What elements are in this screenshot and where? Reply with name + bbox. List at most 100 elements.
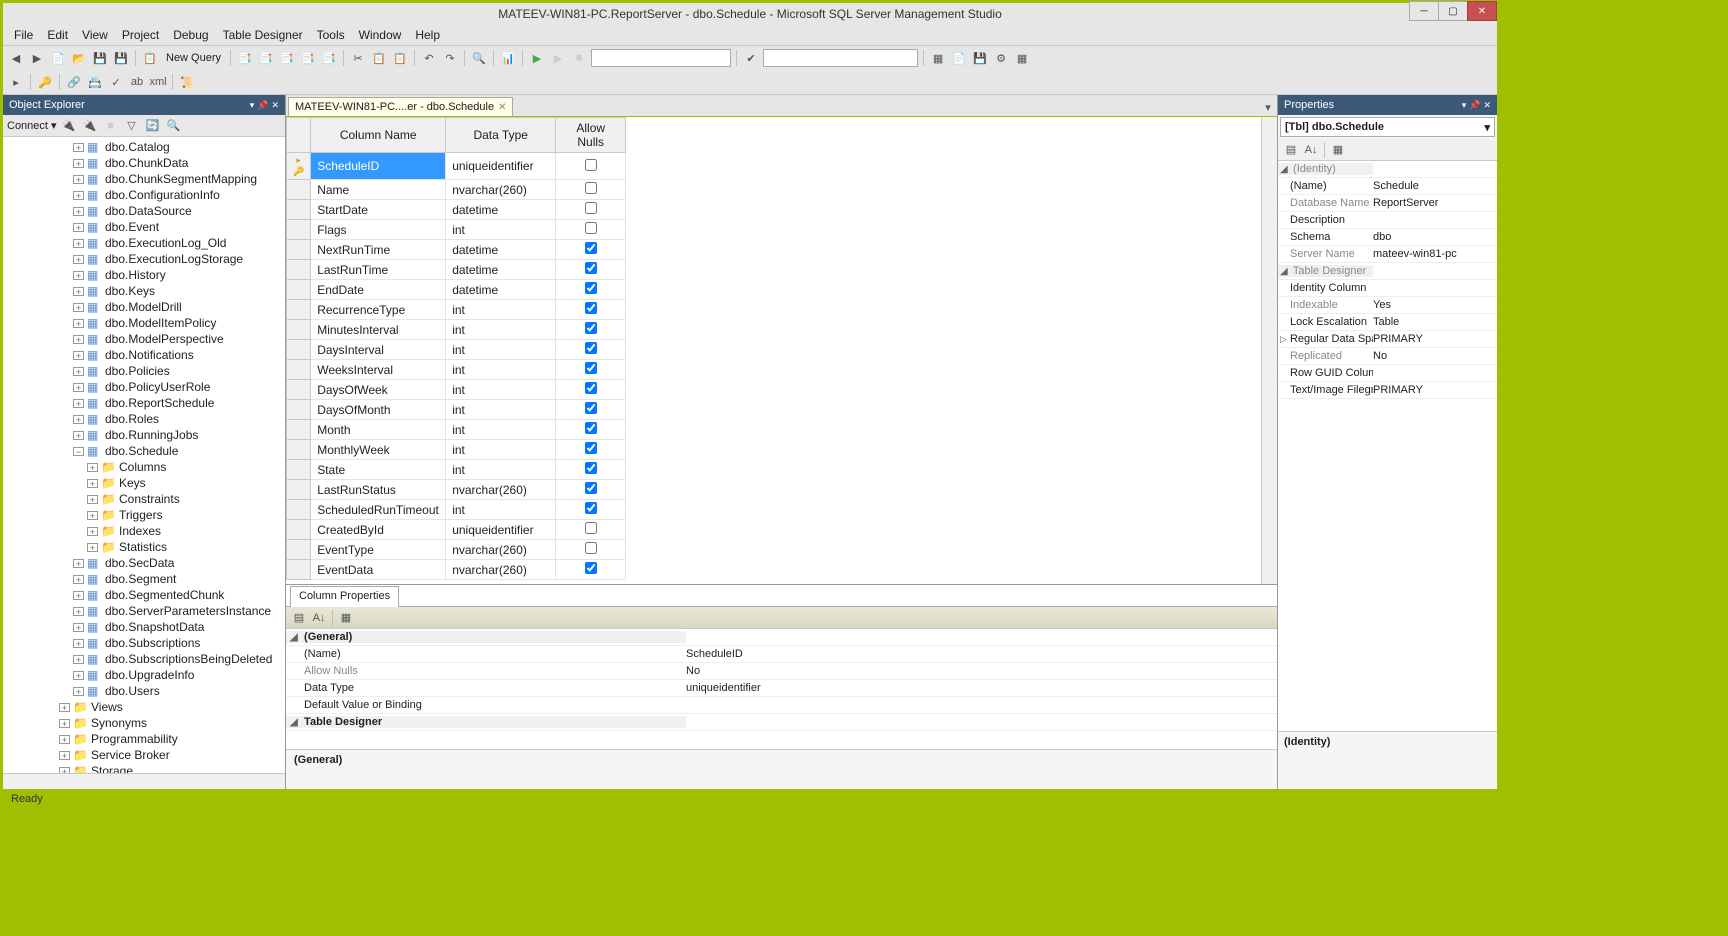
- property-row[interactable]: (Name)ScheduleID: [286, 646, 1277, 663]
- allow-nulls-cell[interactable]: [556, 400, 626, 420]
- expand-icon[interactable]: +: [87, 543, 98, 552]
- categorize-icon[interactable]: ▤: [1282, 141, 1300, 159]
- data-type-cell[interactable]: datetime: [446, 200, 556, 220]
- allow-nulls-cell[interactable]: [556, 380, 626, 400]
- allow-nulls-cell[interactable]: [556, 460, 626, 480]
- include-plan-icon[interactable]: ▦: [1013, 49, 1031, 67]
- expand-icon[interactable]: +: [73, 159, 84, 168]
- menu-debug[interactable]: Debug: [166, 26, 215, 44]
- results-text-icon[interactable]: 📄: [950, 49, 968, 67]
- property-row[interactable]: Data Typeuniqueidentifier: [286, 680, 1277, 697]
- key-icon[interactable]: 🔑: [36, 73, 54, 91]
- data-type-cell[interactable]: int: [446, 420, 556, 440]
- tree-item[interactable]: +▦dbo.SnapshotData: [3, 619, 285, 635]
- expand-icon[interactable]: +: [87, 479, 98, 488]
- tree-item[interactable]: +▦dbo.SegmentedChunk: [3, 587, 285, 603]
- allow-nulls-checkbox[interactable]: [585, 322, 597, 334]
- menu-file[interactable]: File: [7, 26, 40, 44]
- data-type-cell[interactable]: nvarchar(260): [446, 540, 556, 560]
- data-type-cell[interactable]: int: [446, 360, 556, 380]
- expand-icon[interactable]: +: [73, 287, 84, 296]
- redo-icon[interactable]: ↷: [441, 49, 459, 67]
- alphabetical-icon[interactable]: A↓: [1302, 141, 1320, 159]
- column-name-cell[interactable]: Flags: [311, 220, 446, 240]
- column-name-cell[interactable]: CreatedById: [311, 520, 446, 540]
- tree-item[interactable]: +📁Statistics: [3, 539, 285, 555]
- property-value[interactable]: dbo: [1373, 231, 1497, 243]
- property-row[interactable]: Row GUID Column: [1278, 365, 1497, 382]
- column-name-cell[interactable]: EndDate: [311, 280, 446, 300]
- property-row[interactable]: (Name)Schedule: [1278, 178, 1497, 195]
- tree-item[interactable]: +▦dbo.ModelItemPolicy: [3, 315, 285, 331]
- debug-icon[interactable]: ▶: [549, 49, 567, 67]
- row-selector[interactable]: [287, 500, 311, 520]
- expand-icon[interactable]: +: [73, 335, 84, 344]
- data-type-cell[interactable]: uniqueidentifier: [446, 520, 556, 540]
- property-row[interactable]: ◢ Table Designer: [286, 714, 1277, 731]
- column-properties-grid[interactable]: ◢ (General)(Name)ScheduleIDAllow NullsNo…: [286, 629, 1277, 749]
- tree-item[interactable]: +▦dbo.ExecutionLogStorage: [3, 251, 285, 267]
- expand-icon[interactable]: +: [73, 591, 84, 600]
- refresh-icon[interactable]: 🔄: [144, 117, 162, 135]
- tree-item[interactable]: +📁Views: [3, 699, 285, 715]
- property-row[interactable]: ◢ (General): [286, 629, 1277, 646]
- property-value[interactable]: ScheduleID: [686, 648, 1277, 660]
- column-name-cell[interactable]: LastRunStatus: [311, 480, 446, 500]
- tree-item[interactable]: +▦dbo.ServerParametersInstance: [3, 603, 285, 619]
- row-selector[interactable]: [287, 520, 311, 540]
- fulltext-icon[interactable]: ab: [128, 73, 146, 91]
- tree-item[interactable]: +▦dbo.PolicyUserRole: [3, 379, 285, 395]
- allow-nulls-checkbox[interactable]: [585, 202, 597, 214]
- expand-icon[interactable]: +: [73, 367, 84, 376]
- expand-icon[interactable]: +: [73, 223, 84, 232]
- expand-icon[interactable]: +: [87, 463, 98, 472]
- data-type-cell[interactable]: int: [446, 440, 556, 460]
- allow-nulls-cell[interactable]: [556, 540, 626, 560]
- indexes-icon[interactable]: 📇: [86, 73, 104, 91]
- menu-help[interactable]: Help: [408, 26, 447, 44]
- row-selector[interactable]: [287, 220, 311, 240]
- dropdown-icon[interactable]: ▾: [1462, 100, 1467, 111]
- column-name-cell[interactable]: NextRunTime: [311, 240, 446, 260]
- data-type-cell[interactable]: int: [446, 460, 556, 480]
- save-all-icon[interactable]: 💾: [112, 49, 130, 67]
- allow-nulls-checkbox[interactable]: [585, 182, 597, 194]
- available-db-combo[interactable]: [763, 49, 918, 67]
- new-query-icon[interactable]: 📋: [141, 49, 159, 67]
- expand-icon[interactable]: +: [73, 383, 84, 392]
- row-selector[interactable]: [287, 400, 311, 420]
- tree-item[interactable]: +▦dbo.SubscriptionsBeingDeleted: [3, 651, 285, 667]
- allow-nulls-checkbox[interactable]: [585, 159, 597, 171]
- property-row[interactable]: Lock EscalationTable: [1278, 314, 1497, 331]
- allow-nulls-checkbox[interactable]: [585, 222, 597, 234]
- allow-nulls-cell[interactable]: [556, 260, 626, 280]
- tree-item[interactable]: +📁Storage: [3, 763, 285, 773]
- menu-project[interactable]: Project: [115, 26, 166, 44]
- column-name-cell[interactable]: StartDate: [311, 200, 446, 220]
- allow-nulls-checkbox[interactable]: [585, 442, 597, 454]
- xmla-query-icon[interactable]: 📑: [320, 49, 338, 67]
- column-name-cell[interactable]: EventData: [311, 560, 446, 580]
- tree-item[interactable]: +📁Keys: [3, 475, 285, 491]
- property-value[interactable]: PRIMARY: [1373, 384, 1497, 396]
- xml-icon[interactable]: xml: [149, 73, 167, 91]
- row-selector[interactable]: [287, 440, 311, 460]
- allow-nulls-cell[interactable]: [556, 280, 626, 300]
- tree-item[interactable]: +📁Triggers: [3, 507, 285, 523]
- menu-table-designer[interactable]: Table Designer: [216, 26, 310, 44]
- scrollbar[interactable]: [3, 773, 285, 789]
- allow-nulls-checkbox[interactable]: [585, 362, 597, 374]
- tree-item[interactable]: +▦dbo.Roles: [3, 411, 285, 427]
- data-type-cell[interactable]: nvarchar(260): [446, 180, 556, 200]
- data-type-cell[interactable]: int: [446, 300, 556, 320]
- property-value[interactable]: PRIMARY: [1373, 333, 1497, 345]
- maximize-button[interactable]: ▢: [1438, 1, 1468, 21]
- expand-icon[interactable]: +: [73, 143, 84, 152]
- document-tab[interactable]: MATEEV-WIN81-PC....er - dbo.Schedule ✕: [288, 97, 513, 117]
- column-name-cell[interactable]: DaysOfWeek: [311, 380, 446, 400]
- expand-icon[interactable]: +: [73, 319, 84, 328]
- property-row[interactable]: ▷ Regular Data SpacePRIMARY: [1278, 331, 1497, 348]
- row-selector[interactable]: [287, 340, 311, 360]
- allow-nulls-checkbox[interactable]: [585, 462, 597, 474]
- object-explorer-tree[interactable]: +▦dbo.Catalog+▦dbo.ChunkData+▦dbo.ChunkS…: [3, 137, 285, 773]
